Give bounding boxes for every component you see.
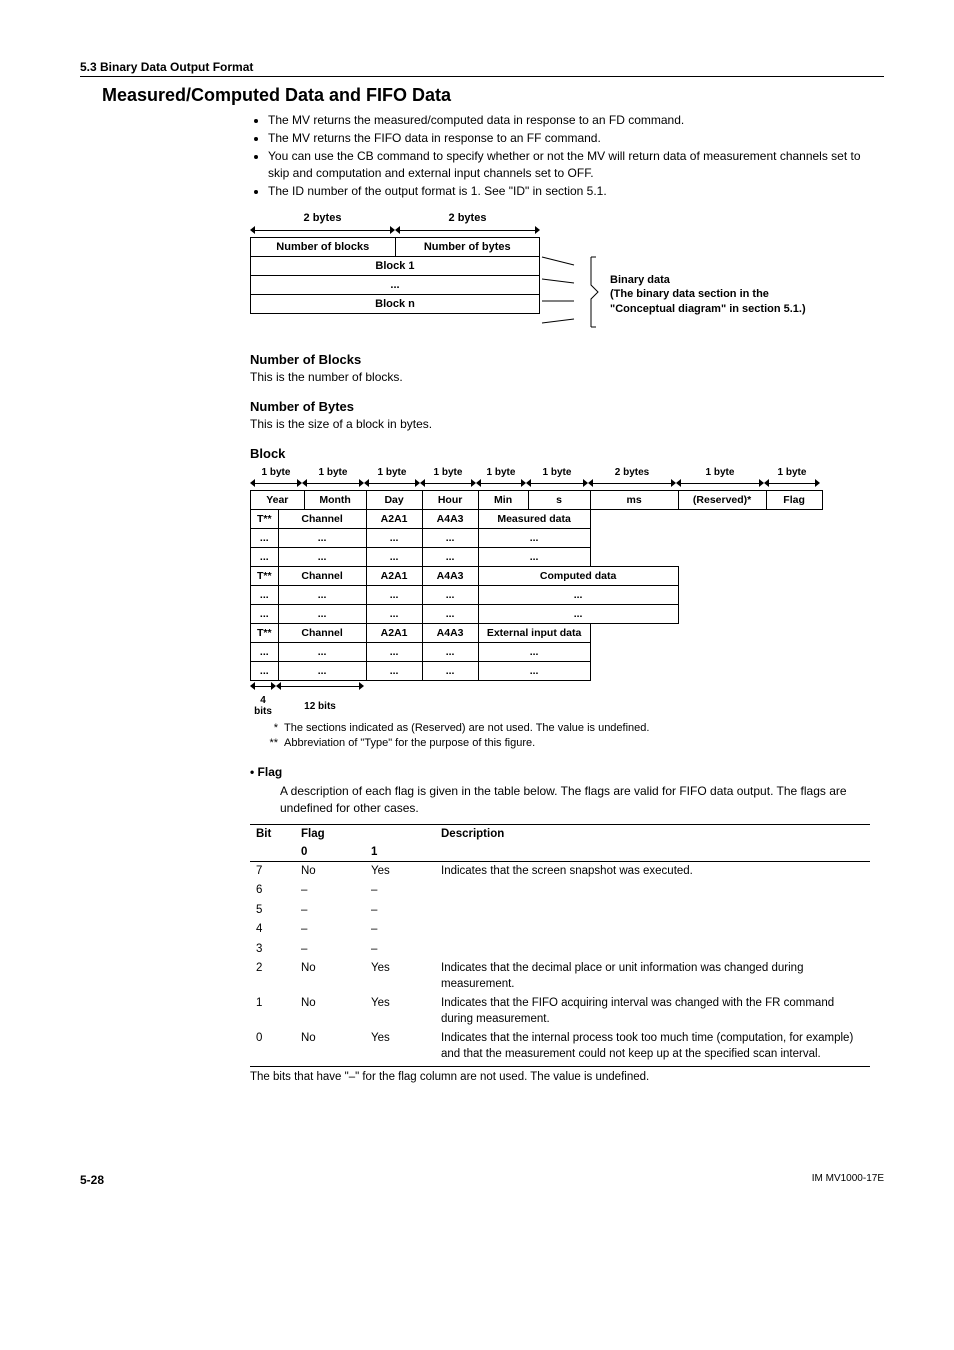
block-notes: *The sections indicated as (Reserved) ar… [260, 721, 884, 751]
block-h-ms: ms [590, 491, 678, 510]
cell-a2a1-1: A2A1 [366, 510, 422, 529]
diagram-row-ellipsis: ... [251, 275, 540, 294]
cell-t1: T** [251, 510, 279, 529]
block-dim-0: 1 byte [250, 467, 302, 480]
block-dim-5: 1 byte [526, 467, 588, 480]
cell-a4a3-3: A4A3 [422, 624, 478, 643]
num-bytes-text: This is the size of a block in bytes. [250, 416, 884, 432]
block-dim-1: 1 byte [302, 467, 364, 480]
cell-chan2: Channel [278, 567, 366, 586]
flag-th-desc: Description [435, 824, 870, 861]
block-h-s: s [528, 491, 590, 510]
note-2: Abbreviation of "Type" for the purpose o… [284, 736, 535, 751]
flag-table: Bit Flag Description 0 1 7NoYesIndicates… [250, 824, 870, 1068]
block-dim-8: 1 byte [764, 467, 820, 480]
bullet-1: The MV returns the measured/computed dat… [268, 112, 884, 128]
brace-line2: (The binary data section in the [610, 287, 806, 301]
note-1: The sections indicated as (Reserved) are… [284, 721, 649, 736]
flag-th-0: 0 [295, 843, 365, 862]
cell-t3: T** [251, 624, 279, 643]
flag-footnote: The bits that have "–" for the flag colu… [250, 1071, 884, 1083]
brace-lines [540, 209, 590, 334]
block-h-year: Year [251, 491, 305, 510]
block-heading: Block [250, 446, 884, 461]
label-12bits: 12 bits [276, 701, 364, 712]
bullet-2: The MV returns the FIFO data in response… [268, 130, 884, 146]
diagram-table: Number of blocks Number of bytes Block 1… [250, 237, 540, 314]
intro-bullets: The MV returns the measured/computed dat… [250, 112, 884, 199]
bullet-3: You can use the CB command to specify wh… [268, 148, 884, 180]
block-dim-7: 1 byte [676, 467, 764, 480]
section-header: 5.3 Binary Data Output Format [80, 60, 884, 74]
num-bytes-heading: Number of Bytes [250, 399, 884, 414]
num-blocks-heading: Number of Blocks [250, 352, 884, 367]
flag-heading: • Flag [250, 765, 884, 779]
footer-page-number: 5-28 [80, 1173, 104, 1187]
flag-th-flag: Flag [295, 824, 435, 843]
cell-a4a3-1: A4A3 [422, 510, 478, 529]
footer-doc-id: IM MV1000-17E [812, 1173, 884, 1187]
block-h-flag: Flag [766, 491, 822, 510]
block-dim-2: 1 byte [364, 467, 420, 480]
cell-chan3: Channel [278, 624, 366, 643]
block-h-hour: Hour [422, 491, 478, 510]
block-h-reserved: (Reserved)* [678, 491, 766, 510]
page-title: Measured/Computed Data and FIFO Data [102, 85, 884, 106]
cell-computed: Computed data [478, 567, 678, 586]
block-h-min: Min [478, 491, 528, 510]
flag-th-1: 1 [365, 843, 435, 862]
cell-a2a1-2: A2A1 [366, 567, 422, 586]
diagram-row-blockn: Block n [251, 294, 540, 313]
page-footer: 5-28 IM MV1000-17E [80, 1173, 884, 1187]
header-num-blocks: Number of blocks [251, 237, 396, 256]
block-diagram: 1 byte 1 byte 1 byte 1 byte 1 byte 1 byt… [250, 467, 884, 717]
dim-right-label: 2 bytes [395, 212, 540, 224]
block-dim-6: 2 bytes [588, 467, 676, 480]
binary-data-diagram: 2 bytes 2 bytes Number of blocks Number … [250, 209, 884, 334]
header-num-bytes: Number of bytes [395, 237, 540, 256]
brace-caption: Binary data (The binary data section in … [610, 209, 806, 334]
brace-bracket [590, 209, 604, 334]
block-h-day: Day [366, 491, 422, 510]
cell-a2a1-3: A2A1 [366, 624, 422, 643]
cell-chan1: Channel [278, 510, 366, 529]
bullet-4: The ID number of the output format is 1.… [268, 183, 884, 199]
flag-th-bit: Bit [250, 824, 295, 861]
block-dim-4: 1 byte [476, 467, 526, 480]
cell-measured: Measured data [478, 510, 590, 529]
cell-external: External input data [478, 624, 590, 643]
brace-line1: Binary data [610, 273, 806, 287]
block-table: Year Month Day Hour Min s ms (Reserved)*… [250, 490, 823, 681]
cell-t2: T** [251, 567, 279, 586]
block-h-month: Month [304, 491, 366, 510]
num-blocks-text: This is the number of blocks. [250, 369, 884, 385]
cell-a4a3-2: A4A3 [422, 567, 478, 586]
flag-intro-text: A description of each flag is given in t… [280, 783, 884, 818]
section-rule [80, 76, 884, 77]
label-4bits: 4 bits [250, 695, 276, 717]
brace-line3: "Conceptual diagram" in section 5.1.) [610, 302, 806, 316]
block-dim-3: 1 byte [420, 467, 476, 480]
dim-left-label: 2 bytes [250, 212, 395, 224]
diagram-row-block1: Block 1 [251, 256, 540, 275]
